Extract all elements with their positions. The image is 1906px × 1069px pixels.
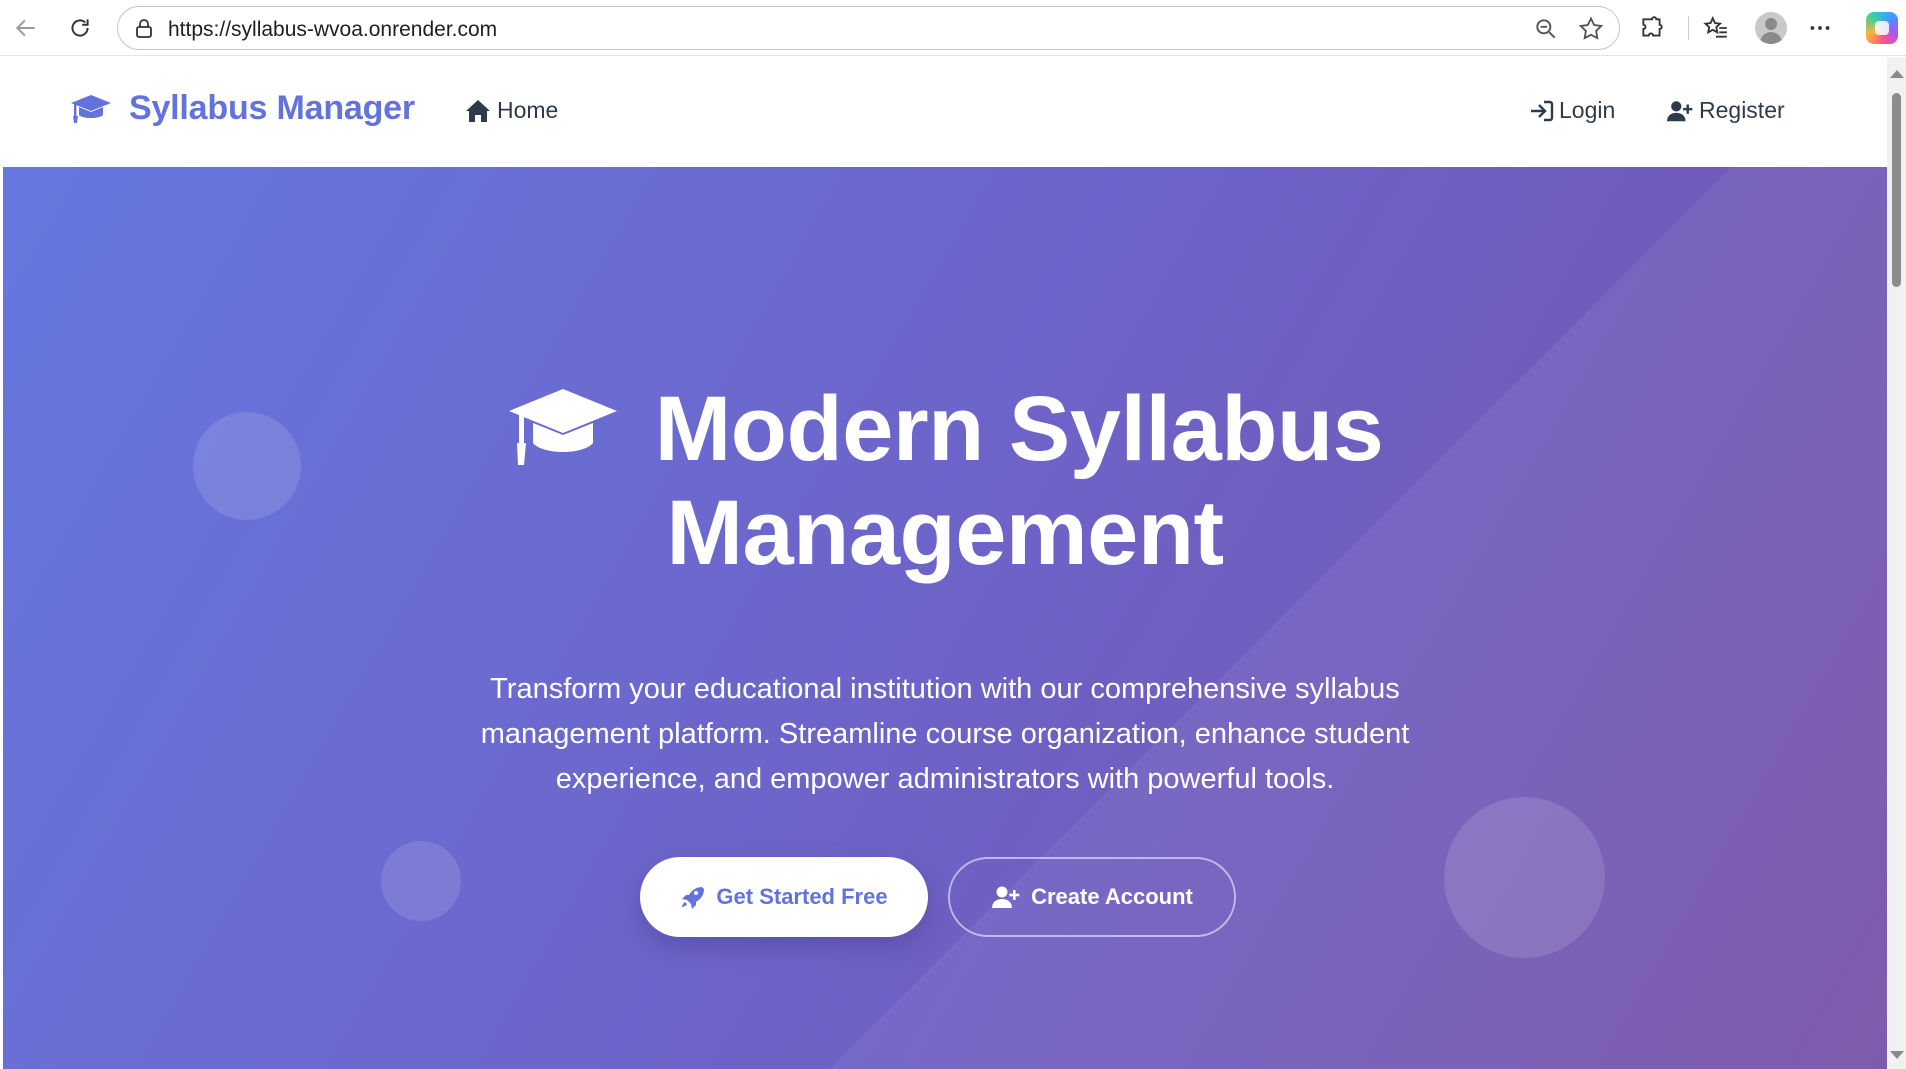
scroll-thumb[interactable]: [1892, 93, 1901, 287]
nav-home[interactable]: Home: [465, 97, 558, 124]
create-account-label: Create Account: [1031, 884, 1193, 909]
hero-section: Modern Syllabus Management Transform you…: [3, 167, 1887, 1069]
lock-icon: [136, 19, 152, 38]
hero-title-line-2: Management: [666, 482, 1224, 584]
decorative-bubble: [1444, 797, 1605, 958]
reload-icon: [71, 19, 89, 37]
nav-login[interactable]: Login: [1529, 97, 1615, 124]
favorites-icon: [1703, 16, 1727, 38]
hero-diagonal-sheen: [3, 167, 1887, 1069]
hero-title: Modern Syllabus Management: [3, 377, 1887, 585]
site-navbar: Syllabus Manager Home Login Register: [3, 57, 1887, 167]
copilot-icon[interactable]: [1866, 12, 1898, 44]
graduation-cap-icon: [71, 94, 111, 123]
favorite-star-icon[interactable]: [1577, 15, 1605, 43]
sign-in-icon: [1531, 100, 1554, 121]
hero-title-line-1: Modern Syllabus: [654, 378, 1384, 480]
zoom-out-icon[interactable]: [1533, 16, 1559, 42]
address-bar[interactable]: https://syllabus-wvoa.onrender.com: [117, 6, 1620, 50]
get-started-button[interactable]: Get Started Free: [640, 857, 928, 937]
user-plus-icon: [992, 886, 1020, 908]
address-url[interactable]: https://syllabus-wvoa.onrender.com: [168, 18, 497, 42]
extensions-icon: [1642, 16, 1663, 37]
home-icon: [466, 99, 490, 122]
profile-avatar[interactable]: [1755, 12, 1787, 44]
toolbar-divider: [1688, 16, 1689, 40]
scroll-up-arrow-icon[interactable]: [1890, 70, 1904, 78]
rocket-icon: [682, 887, 705, 909]
brand-link[interactable]: Syllabus Manager: [69, 89, 415, 128]
nav-register-label: Register: [1699, 97, 1785, 123]
hero-description: Transform your educational institution w…: [480, 673, 1410, 795]
reload-button[interactable]: [60, 8, 100, 48]
page-viewport: Syllabus Manager Home Login Register Mod…: [3, 57, 1887, 1069]
back-icon: [15, 19, 35, 37]
hero-graduation-cap-icon: [507, 387, 619, 472]
get-started-label: Get Started Free: [716, 884, 888, 909]
more-icon: [1810, 26, 1830, 30]
page-scrollbar[interactable]: [1887, 57, 1906, 1069]
browser-toolbar: https://syllabus-wvoa.onrender.com: [0, 0, 1906, 56]
scroll-down-arrow-icon[interactable]: [1890, 1051, 1904, 1059]
back-button[interactable]: [6, 8, 46, 48]
nav-register[interactable]: Register: [1667, 97, 1785, 124]
nav-login-label: Login: [1559, 97, 1616, 123]
more-button[interactable]: [1800, 8, 1840, 48]
create-account-button[interactable]: Create Account: [948, 857, 1236, 937]
user-plus-icon: [1667, 100, 1693, 121]
brand-name: Syllabus Manager: [129, 89, 415, 127]
decorative-bubble: [381, 841, 461, 921]
extensions-button[interactable]: [1632, 8, 1672, 48]
nav-home-label: Home: [497, 97, 559, 123]
favorites-button[interactable]: [1696, 8, 1736, 48]
